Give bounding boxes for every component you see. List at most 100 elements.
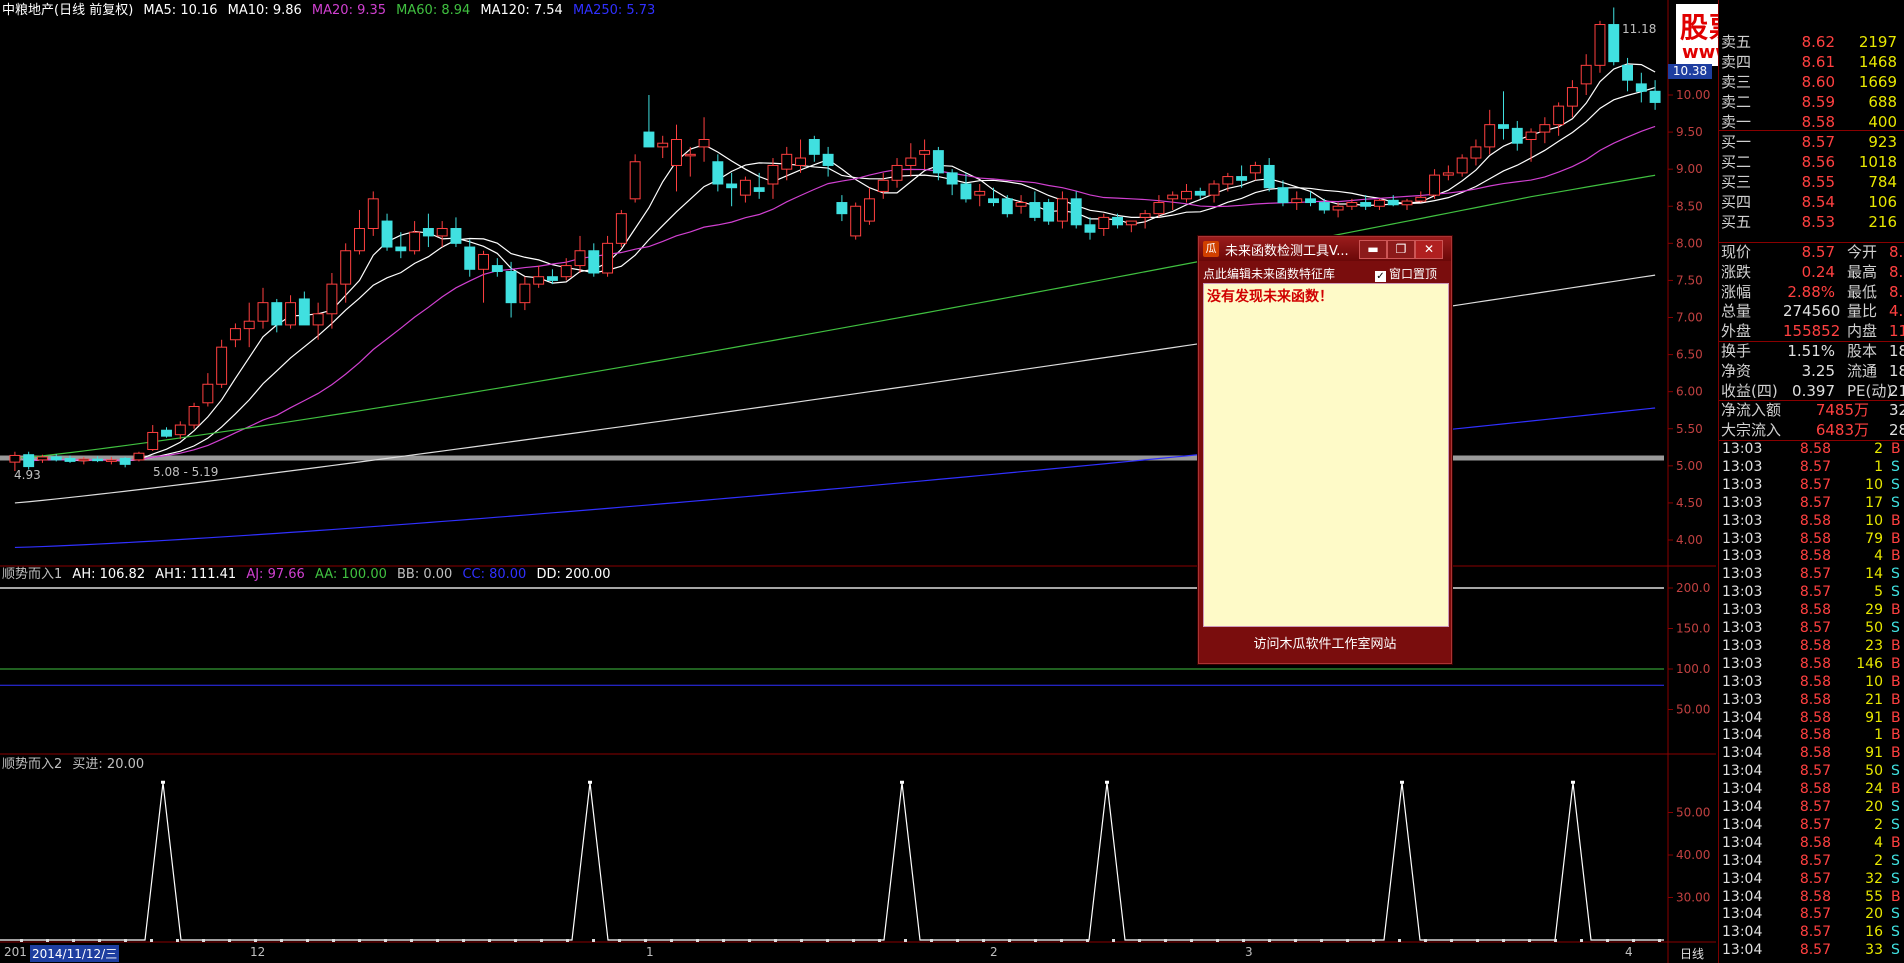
stat-label: 收益(四) [1721,381,1778,400]
tick-price: 8.57 [1799,942,1831,959]
buy-signal-marker [161,780,165,784]
baseline-dot [670,939,673,942]
tick-time: 13:04 [1722,924,1763,941]
close-button[interactable]: ✕ [1415,240,1443,259]
baseline-dot [410,939,413,942]
candle-body [560,265,572,278]
checkbox-check-icon[interactable]: ✓ [1375,271,1386,282]
range-annotation: 5.08 - 5.19 [153,465,219,479]
baseline-dot [1138,939,1141,942]
tick-side: S [1891,458,1900,475]
candle-body [326,283,338,315]
candle-body [1291,198,1303,204]
bid-level: 买五 8.53 216 [1719,212,1904,232]
candle-body [795,157,807,166]
price-axis-label: 7.00 [1676,311,1703,325]
minimize-button[interactable]: ▬ [1359,240,1387,259]
baseline-dot [1164,939,1167,942]
period-label[interactable]: 日线 [1680,945,1704,962]
baseline-dot [748,939,751,942]
candle-body [174,424,186,436]
stat-value: 8.57 [1801,243,1835,261]
price-axis-label: 8.50 [1676,199,1703,213]
baseline-dot [1476,939,1479,942]
stat-value-2: 4.0 [1889,302,1904,321]
bottom-year: 201 [4,945,27,959]
maximize-button[interactable]: ❐ [1387,240,1415,259]
stay-on-top-checkbox[interactable]: ✓ 窗口置顶 [1375,265,1437,282]
level-label: 买五 [1721,213,1752,231]
stat-value: 2.88% [1787,282,1835,301]
price-axis-label: 6.00 [1676,385,1703,399]
ind2-axis-label: 40.00 [1676,848,1710,862]
tick-time: 13:04 [1722,906,1763,923]
candle-body [105,459,117,462]
tick-volume: 5 [1874,584,1883,601]
candle-body [298,298,310,326]
stat-label: 涨幅 [1721,282,1752,301]
dialog-title: 未来函数检测工具V... [1225,244,1349,259]
candle-body [340,250,352,285]
stat-label: 净流入额 [1721,401,1782,420]
tick-volume: 91 [1865,709,1883,726]
dialog-titlebar[interactable]: 瓜 未来函数检测工具V... ▬ ❐ ✕ [1199,237,1451,261]
future-function-dialog[interactable]: 瓜 未来函数检测工具V... ▬ ❐ ✕ 点此编辑未来函数特征库 ✓ 窗口置顶 没… [1198,236,1452,664]
tick-side: B [1891,673,1901,690]
stat-value: 155852 [1783,322,1841,341]
ind1-bb: BB: 0.00 [397,567,453,582]
tick-time: 13:04 [1722,942,1763,959]
stat-value: 1.51% [1787,342,1835,360]
baseline-dot [592,939,595,942]
baseline-dot [72,939,75,942]
candle-body [850,205,862,237]
candle-body [505,271,517,304]
indicator2-header: 顺势而入2 买进: 20.00 [2,756,150,774]
baseline-dot [1424,939,1427,942]
tick-price: 8.57 [1799,852,1831,869]
baseline-dot [20,939,23,942]
ask-level: 卖四 8.61 1468 [1719,52,1904,72]
stat-label-2: PE(动) [1847,381,1893,400]
tick-volume: 10 [1865,476,1883,493]
candle-body [863,198,875,222]
tick-side: S [1891,799,1900,815]
tick-time: 13:03 [1722,602,1763,619]
tick-side: S [1891,906,1900,923]
tick-row: 13:03 8.58 29 B [1719,601,1904,619]
stay-on-top-label: 窗口置顶 [1389,267,1438,281]
buy-signal-marker [1105,780,1109,784]
candle-body [1346,202,1358,207]
low-annotation: 4.93 [14,468,41,482]
tick-side: S [1891,494,1900,511]
stat-label-2: 最高 [1847,262,1878,281]
stat-label-2: 最低 [1847,282,1878,301]
candle-body [436,228,448,237]
baseline-dot [930,939,933,942]
tick-time: 13:04 [1722,870,1763,887]
candle-body [92,458,104,462]
tick-price: 8.58 [1799,512,1831,529]
baseline-dot [1060,939,1063,942]
tick-row: 13:03 8.57 1 S [1719,458,1904,476]
stat-value-2: 18.1 [1889,342,1904,360]
edit-feature-library-link[interactable]: 点此编辑未来函数特征库 [1203,265,1335,282]
visit-website-link[interactable]: 访问木瓜软件工作室网站 [1199,633,1451,652]
tick-side: B [1891,781,1901,798]
ind1-axis-label: 150.0 [1676,622,1710,636]
candle-body [891,164,903,181]
kline-chart[interactable]: 10.00 9.50 9.00 8.50 8.00 7.50 7.00 6.50 6.00 5.5… [0,0,1716,963]
candle-body [919,150,931,155]
tick-row: 13:03 8.58 146 B [1719,655,1904,673]
tick-volume: 79 [1865,530,1883,547]
tick-time: 13:03 [1722,458,1763,475]
price-axis-label: 8.00 [1676,236,1703,250]
tick-price: 8.57 [1799,763,1831,780]
candle-body [78,458,90,462]
level-label: 买二 [1721,153,1752,171]
tick-row: 13:03 8.58 23 B [1719,637,1904,655]
result-message: 没有发现未来函数！ [1207,289,1333,305]
tick-price: 8.57 [1799,816,1831,833]
candle-body [1015,202,1027,207]
stat-label: 现价 [1721,243,1752,261]
ma60-label: MA60: 8.94 [396,3,471,18]
